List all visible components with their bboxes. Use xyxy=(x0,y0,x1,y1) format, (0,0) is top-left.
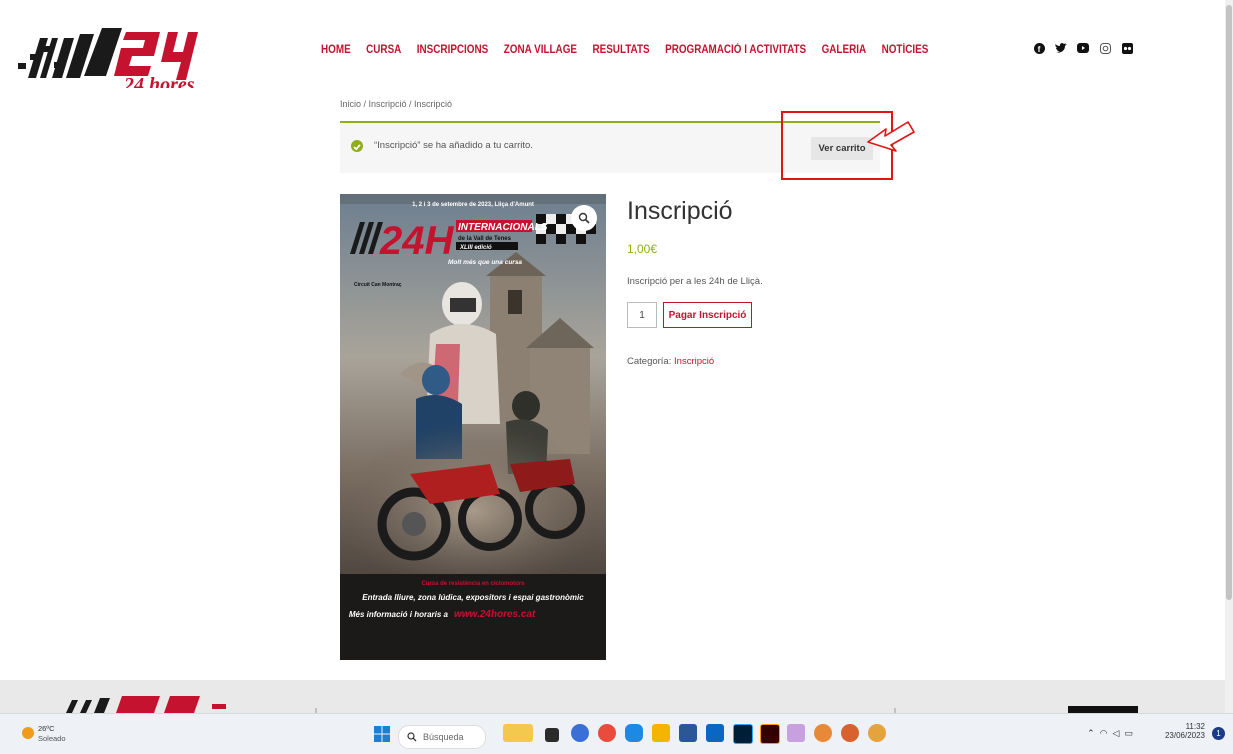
product-description: Inscripció per a les 24h de Lliçà. xyxy=(627,276,763,287)
poster-footer-red: Cursa de resistència en ciclomotors xyxy=(421,581,525,587)
search-icon xyxy=(407,732,417,742)
word-icon[interactable] xyxy=(679,724,697,742)
nav-item-resultats[interactable]: RESULTATS xyxy=(592,44,649,56)
nav-item-galeria[interactable]: GALERIA xyxy=(822,44,867,56)
svg-text:f: f xyxy=(1037,45,1040,54)
poster-footer-2a: Més informació i horaris a xyxy=(349,610,449,619)
windows-start-icon[interactable] xyxy=(374,726,390,742)
poster-24h: 24H xyxy=(379,219,454,263)
instagram-icon[interactable] xyxy=(1099,42,1111,54)
paint-icon-3[interactable] xyxy=(868,724,886,742)
nav-item-zona-village[interactable]: ZONA VILLAGE xyxy=(504,44,577,56)
poster-vall: de la Vall de Tenes xyxy=(458,236,512,242)
clock-time[interactable]: 11:32 xyxy=(1165,722,1205,731)
poster-footer-1: Entrada lliure, zona lúdica, expositors … xyxy=(362,593,584,602)
volume-icon[interactable]: ◁ xyxy=(1113,728,1120,738)
facebook-icon[interactable]: f xyxy=(1033,42,1045,54)
sun-icon xyxy=(22,727,34,739)
paint-icon[interactable] xyxy=(814,724,832,742)
poster-date: 1, 2 i 3 de setembre de 2023, Lliça d'Am… xyxy=(412,202,534,208)
flickr-icon[interactable] xyxy=(1121,42,1133,54)
weather-temp: 26ºC xyxy=(38,724,55,733)
product-title: Inscripció xyxy=(627,197,733,225)
poster-footer-2b: www.24hores.cat xyxy=(454,609,536,620)
page-scrollbar[interactable] xyxy=(1225,0,1233,713)
scrollbar-thumb[interactable] xyxy=(1226,5,1232,600)
nav-item-home[interactable]: HOME xyxy=(321,44,351,56)
notification-badge[interactable]: 1 xyxy=(1212,727,1225,740)
wifi-icon[interactable]: ◠ xyxy=(1100,728,1108,738)
taskbar-search[interactable]: Búsqueda xyxy=(398,725,486,749)
category-link[interactable]: Inscripció xyxy=(674,356,714,367)
site-logo[interactable]: 24 hores xyxy=(18,18,208,96)
search-placeholder: Búsqueda xyxy=(423,732,464,742)
task-view-icon[interactable] xyxy=(545,728,559,742)
nav-item-cursa[interactable]: CURSA xyxy=(366,44,401,56)
pointer-arrow-icon xyxy=(866,118,918,163)
logo-text: 24 hores xyxy=(123,74,195,88)
battery-icon[interactable]: ▭ xyxy=(1124,728,1133,738)
system-tray[interactable]: ⌃ ◠ ◁ ▭ 11:32 23/06/2023 xyxy=(1087,722,1205,740)
windows-taskbar xyxy=(0,713,1233,754)
nav-item-programacio[interactable]: PROGRAMACIÓ I ACTIVITATS xyxy=(665,44,806,56)
nav-item-noticies[interactable]: NOTÍCIES xyxy=(882,44,929,56)
social-links: f xyxy=(1033,42,1133,54)
chat-icon[interactable] xyxy=(571,724,589,742)
app-icon[interactable] xyxy=(787,724,805,742)
tray-icons[interactable]: ⌃ ◠ ◁ ▭ xyxy=(1087,728,1133,739)
zoom-icon[interactable] xyxy=(571,205,597,231)
site-footer xyxy=(0,680,1233,713)
main-nav: HOME CURSA INSCRIPCIONS ZONA VILLAGE RES… xyxy=(321,44,928,56)
product-image[interactable]: 1, 2 i 3 de setembre de 2023, Lliça d'Am… xyxy=(340,194,606,660)
poster-tagline: Molt més que una cursa xyxy=(448,259,522,266)
widgets-icon[interactable] xyxy=(503,724,533,742)
chrome-icon[interactable] xyxy=(598,724,616,742)
outlook-icon[interactable] xyxy=(706,724,724,742)
illustrator-icon[interactable] xyxy=(760,724,780,744)
nav-item-inscripcions[interactable]: INSCRIPCIONS xyxy=(417,44,488,56)
poster-circuit: Circuit Can Montraç xyxy=(354,282,402,288)
clock-date[interactable]: 23/06/2023 xyxy=(1165,731,1205,740)
paint-icon-2[interactable] xyxy=(841,724,859,742)
add-to-cart-button[interactable]: Pagar Inscripció xyxy=(663,302,752,328)
quantity-input[interactable]: 1 xyxy=(627,302,657,328)
twitter-icon[interactable] xyxy=(1055,42,1067,54)
poster-internacionals: INTERNACIONALS xyxy=(458,222,548,233)
check-circle-icon xyxy=(351,140,363,152)
breadcrumb[interactable]: Inicio / Inscripció / Inscripció xyxy=(340,99,452,109)
category-label: Categoría: xyxy=(627,356,672,367)
edge-icon[interactable] xyxy=(625,724,643,742)
file-explorer-icon[interactable] xyxy=(652,724,670,742)
chevron-up-icon[interactable]: ⌃ xyxy=(1087,728,1095,738)
product-category: Categoría: Inscripció xyxy=(627,356,714,367)
notice-message: “Inscripció” se ha añadido a tu carrito. xyxy=(374,140,533,151)
weather-text: Soleado xyxy=(38,734,66,743)
poster-edicio: XLIII edició xyxy=(459,245,492,251)
youtube-icon[interactable] xyxy=(1077,42,1089,54)
product-price: 1,00€ xyxy=(627,242,658,256)
photoshop-icon[interactable] xyxy=(733,724,753,744)
